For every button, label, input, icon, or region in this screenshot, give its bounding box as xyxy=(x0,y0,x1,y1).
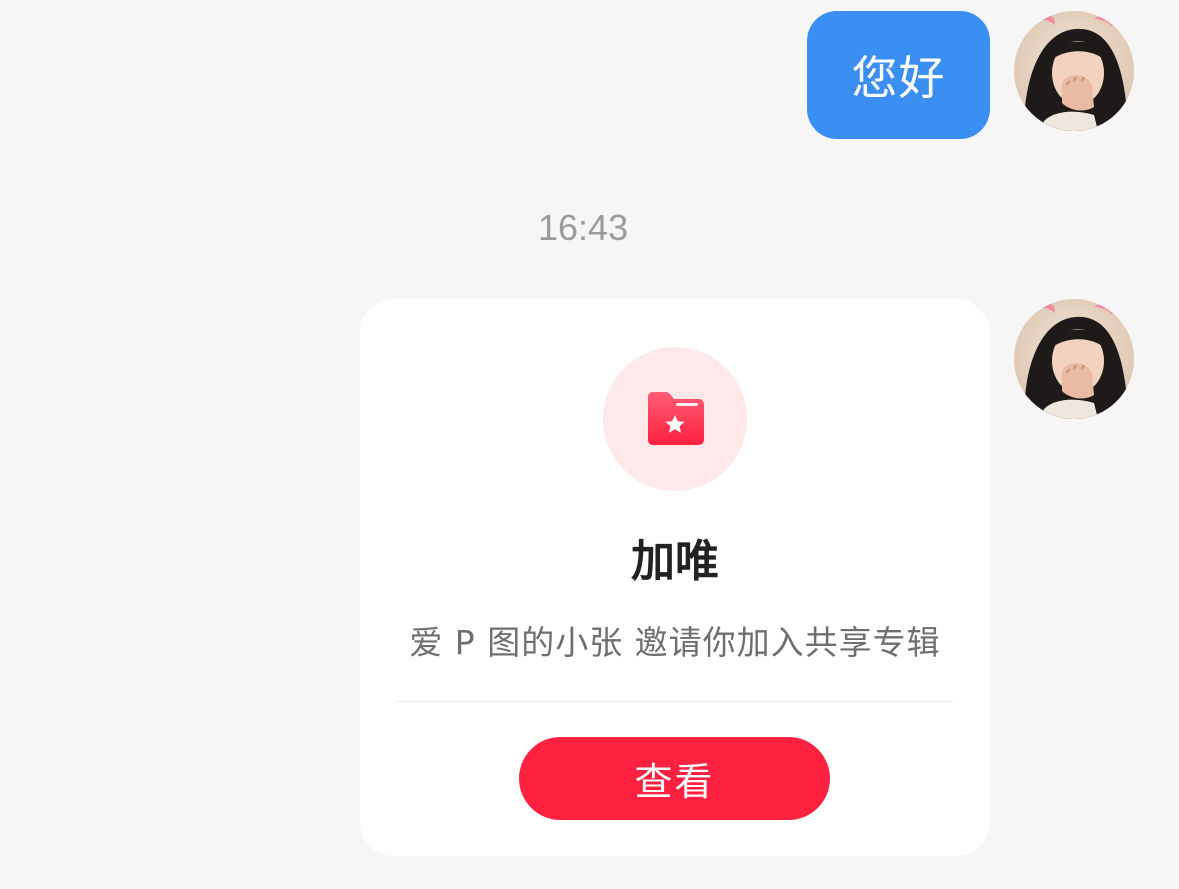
album-icon-circle xyxy=(603,347,747,491)
folder-star-icon xyxy=(648,392,704,445)
view-button[interactable]: 查看 xyxy=(519,737,830,820)
timestamp-text: 16:43 xyxy=(538,207,629,248)
chat-view: 您好 16:43 加唯 爱 P 图的小张 邀请你加入共享专辑 查看 xyxy=(0,0,1179,889)
avatar[interactable] xyxy=(1014,299,1134,419)
avatar-photo-icon xyxy=(1014,299,1134,419)
album-title: 加唯 xyxy=(631,536,719,587)
avatar-photo-icon xyxy=(1014,11,1134,131)
message-text: 您好 xyxy=(851,51,946,105)
avatar[interactable] xyxy=(1014,11,1134,131)
shared-album-card[interactable]: 加唯 爱 P 图的小张 邀请你加入共享专辑 查看 xyxy=(360,299,990,856)
invite-description: 爱 P 图的小张 邀请你加入共享专辑 xyxy=(409,623,941,662)
divider xyxy=(397,701,953,702)
message-bubble[interactable]: 您好 xyxy=(807,11,990,139)
